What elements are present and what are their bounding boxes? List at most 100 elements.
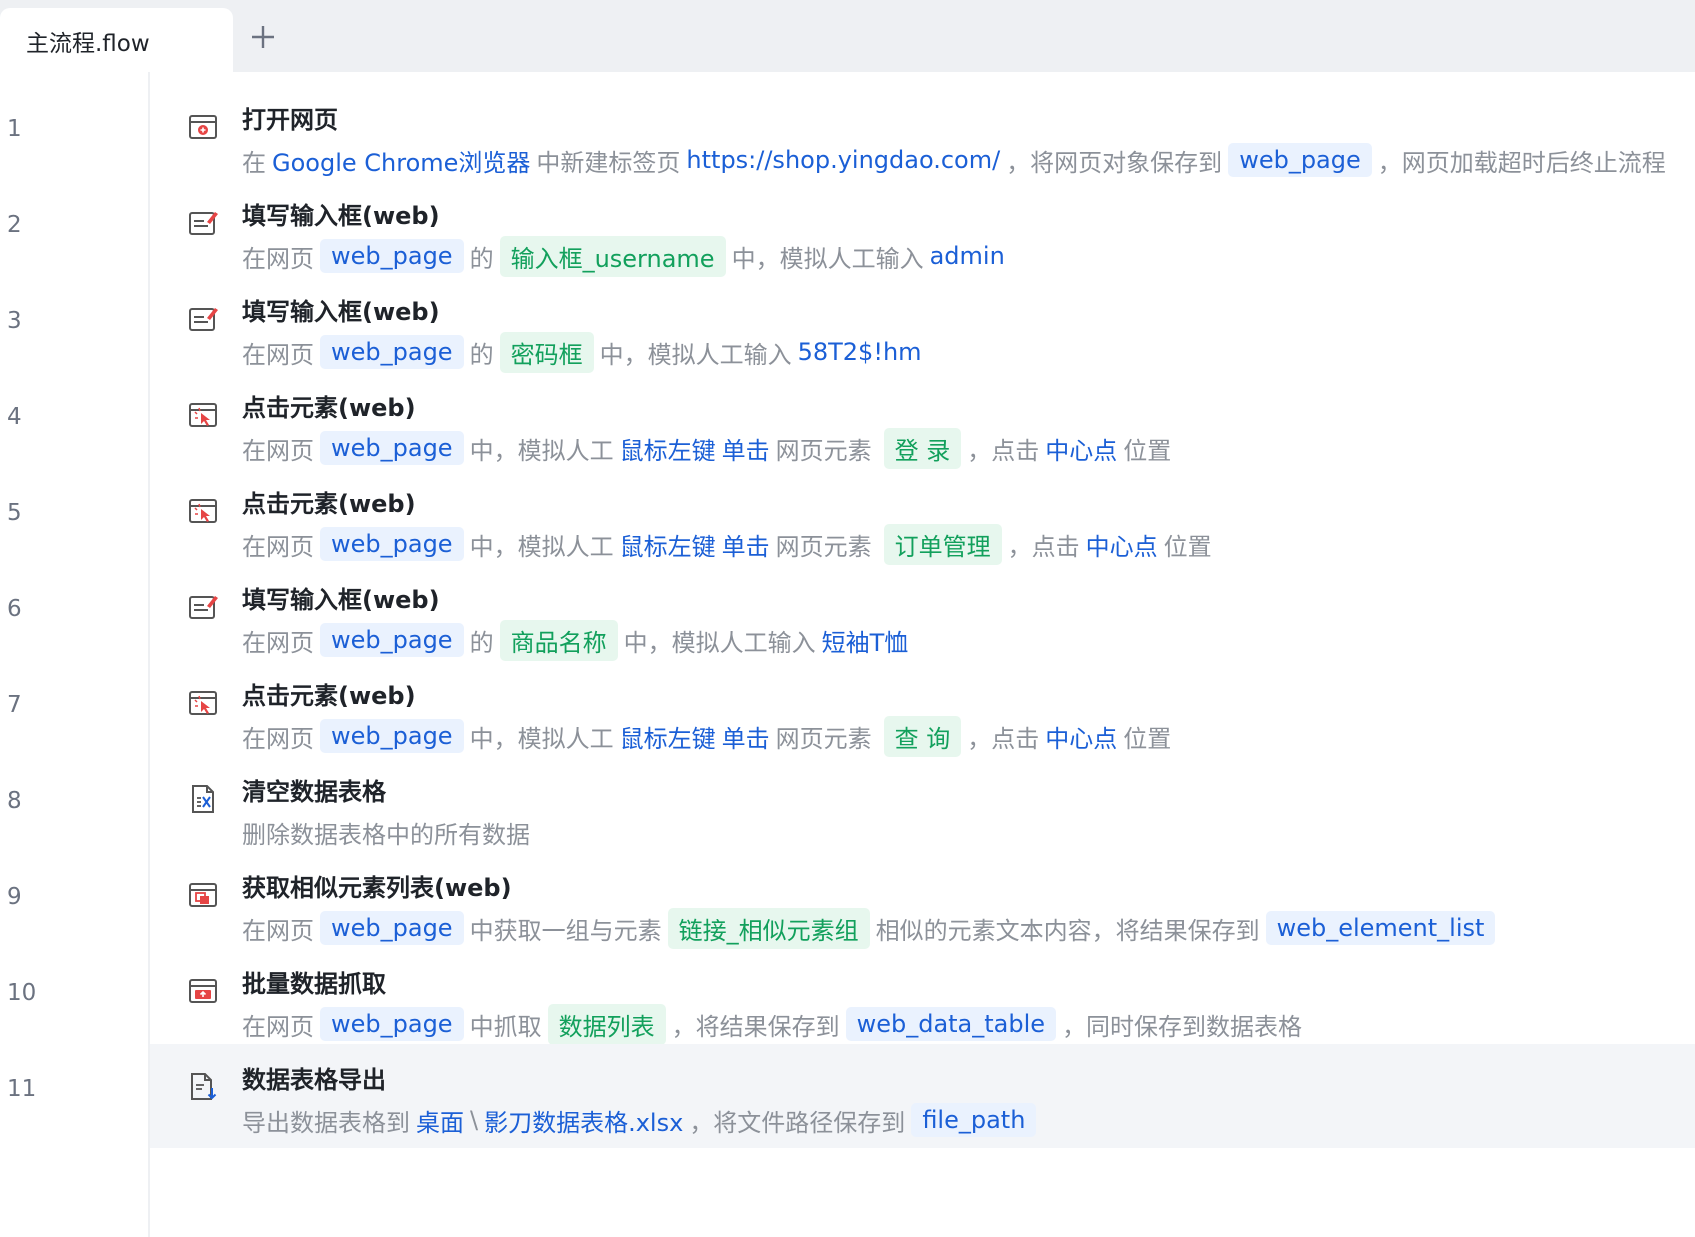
- filename-param[interactable]: 影刀数据表格.xlsx: [484, 1103, 683, 1138]
- desc-text: 中，模拟人工输入: [731, 244, 924, 273]
- step-title: 清空数据表格: [242, 778, 386, 806]
- step-description: 在网页 web_page 中，模拟人工 鼠标左键 单击 网页元素 查 询 ，点击…: [242, 715, 1171, 757]
- variable-chip[interactable]: web_page: [320, 239, 464, 273]
- desc-text: 中，模拟人工输入: [623, 628, 816, 657]
- clear-table-icon: [192, 785, 214, 813]
- line-number: 8: [7, 788, 22, 814]
- click-element-icon: [189, 691, 217, 715]
- open-webpage-icon: [189, 115, 217, 139]
- step-description: 在网页 web_page 的 输入框_username 中，模拟人工输入 adm…: [242, 235, 1011, 277]
- desc-text: 相似的元素文本内容，将结果保存到: [875, 916, 1260, 945]
- plus-icon: [252, 26, 274, 48]
- folder-param[interactable]: 桌面: [416, 1103, 464, 1138]
- flow-step-fill-input[interactable]: 填写输入框(web) 在网页 web_page 的 商品名称 中，模拟人工输入 …: [150, 564, 1695, 668]
- step-description: 在网页 web_page 的 密码框 中，模拟人工输入 58T2$!hm: [242, 331, 928, 373]
- variable-chip[interactable]: web_data_table: [845, 1007, 1057, 1041]
- element-chip[interactable]: 查 询: [883, 715, 962, 757]
- desc-text: 中，模拟人工: [469, 724, 614, 753]
- step-description: 在 Google Chrome浏览器 中新建标签页 https://shop.y…: [242, 140, 1666, 180]
- line-number: 11: [7, 1076, 37, 1102]
- click-position-param[interactable]: 中心点: [1086, 527, 1158, 562]
- desc-text: 网页元素: [775, 724, 872, 753]
- mouse-button-param[interactable]: 鼠标左键: [620, 719, 716, 754]
- step-description: 在网页 web_page 中获取一组与元素 链接_相似元素组 相似的元素文本内容…: [242, 907, 1501, 949]
- step-title: 数据表格导出: [242, 1066, 386, 1094]
- step-title: 填写输入框(web): [242, 586, 440, 614]
- element-chip[interactable]: 登 录: [883, 427, 962, 469]
- desc-text: 在网页: [242, 532, 314, 561]
- desc-text: ，将网页对象保存到: [1006, 148, 1223, 177]
- desc-text: 在: [242, 148, 266, 177]
- add-tab-button[interactable]: [246, 20, 280, 54]
- flow-step-fill-input[interactable]: 填写输入框(web) 在网页 web_page 的 密码框 中，模拟人工输入 5…: [150, 276, 1695, 380]
- step-title: 填写输入框(web): [242, 202, 440, 230]
- variable-chip[interactable]: web_page: [320, 527, 464, 561]
- variable-chip[interactable]: web_page: [320, 623, 464, 657]
- step-title: 点击元素(web): [242, 490, 416, 518]
- element-chip[interactable]: 商品名称: [499, 619, 618, 661]
- line-number: 5: [7, 500, 22, 526]
- element-chip[interactable]: 链接_相似元素组: [667, 907, 870, 949]
- desc-text: 中，模拟人工: [469, 436, 614, 465]
- desc-text: 网页元素: [775, 436, 872, 465]
- variable-chip[interactable]: web_page: [320, 431, 464, 465]
- flow-step-click-element[interactable]: 点击元素(web) 在网页 web_page 中，模拟人工 鼠标左键 单击 网页…: [150, 660, 1695, 764]
- click-position-param[interactable]: 中心点: [1045, 431, 1117, 466]
- click-type-param[interactable]: 单击: [722, 527, 770, 562]
- fill-input-icon: [189, 308, 218, 331]
- desc-text: 的: [469, 340, 494, 369]
- flow-step-click-element[interactable]: 点击元素(web) 在网页 web_page 中，模拟人工 鼠标左键 单击 网页…: [150, 468, 1695, 572]
- flow-step-click-element[interactable]: 点击元素(web) 在网页 web_page 中，模拟人工 鼠标左键 单击 网页…: [150, 372, 1695, 476]
- desc-text: ，点击: [967, 724, 1040, 753]
- element-chip[interactable]: 订单管理: [883, 523, 1002, 565]
- mouse-button-param[interactable]: 鼠标左键: [620, 527, 716, 562]
- url-param[interactable]: https://shop.yingdao.com/: [686, 146, 1000, 174]
- desc-text: 在网页: [242, 436, 314, 465]
- flow-step-fill-input[interactable]: 填写输入框(web) 在网页 web_page 的 输入框_username 中…: [150, 180, 1695, 284]
- desc-text: 中，模拟人工输入: [599, 340, 792, 369]
- similar-list-icon: [189, 883, 217, 907]
- flow-step-get-similar-list[interactable]: 获取相似元素列表(web) 在网页 web_page 中获取一组与元素 链接_相…: [150, 852, 1695, 956]
- desc-text: 中抓取: [469, 1012, 542, 1041]
- line-number-gutter: 1 2 3 4 5 6 7 8 9 10 11: [0, 72, 150, 1237]
- step-title: 批量数据抓取: [242, 970, 386, 998]
- tab-bar: 主流程.flow: [0, 0, 1695, 74]
- batch-scrape-icon: [189, 979, 217, 1003]
- fill-input-icon: [189, 596, 218, 619]
- click-position-param[interactable]: 中心点: [1045, 719, 1117, 754]
- desc-text: ，点击: [1007, 532, 1080, 561]
- variable-chip[interactable]: web_element_list: [1265, 911, 1496, 945]
- mouse-button-param[interactable]: 鼠标左键: [620, 431, 716, 466]
- step-description: 在网页 web_page 的 商品名称 中，模拟人工输入 短袖T恤: [242, 619, 914, 661]
- flow-step-clear-table[interactable]: 清空数据表格 删除数据表格中的所有数据: [150, 756, 1695, 860]
- desc-text: 在网页: [242, 1012, 314, 1041]
- flow-step-export-table[interactable]: 数据表格导出 导出数据表格到 桌面 \ 影刀数据表格.xlsx ，将文件路径保存…: [150, 1044, 1695, 1148]
- flow-step-open-webpage[interactable]: 打开网页 在 Google Chrome浏览器 中新建标签页 https://s…: [150, 84, 1695, 188]
- desc-text: ，将文件路径保存到: [689, 1108, 906, 1137]
- variable-chip[interactable]: web_page: [320, 335, 464, 369]
- variable-chip[interactable]: web_page: [1228, 143, 1372, 177]
- input-value-param[interactable]: admin: [930, 242, 1005, 270]
- variable-chip[interactable]: web_page: [320, 1007, 464, 1041]
- click-type-param[interactable]: 单击: [722, 431, 770, 466]
- flow-step-batch-scrape[interactable]: 批量数据抓取 在网页 web_page 中抓取 数据列表 ，将结果保存到 web…: [150, 948, 1695, 1052]
- line-number: 10: [7, 980, 37, 1006]
- desc-text: 中新建标签页: [536, 148, 681, 177]
- step-title: 点击元素(web): [242, 394, 416, 422]
- variable-chip[interactable]: web_page: [320, 911, 464, 945]
- browser-param[interactable]: Google Chrome浏览器: [272, 143, 530, 178]
- tab-main-flow[interactable]: 主流程.flow: [0, 8, 233, 74]
- click-type-param[interactable]: 单击: [722, 719, 770, 754]
- step-title: 获取相似元素列表(web): [242, 874, 512, 902]
- input-value-param[interactable]: 短袖T恤: [822, 623, 909, 658]
- element-chip[interactable]: 数据列表: [547, 1003, 666, 1045]
- fill-input-icon: [189, 212, 218, 235]
- desc-text: 位置: [1123, 436, 1172, 465]
- variable-chip[interactable]: web_page: [320, 719, 464, 753]
- step-description: 导出数据表格到 桌面 \ 影刀数据表格.xlsx ，将文件路径保存到 file_…: [242, 1100, 1042, 1140]
- input-value-param[interactable]: 58T2$!hm: [798, 338, 922, 366]
- element-chip[interactable]: 密码框: [499, 331, 594, 373]
- element-chip[interactable]: 输入框_username: [499, 235, 726, 277]
- step-description: 在网页 web_page 中，模拟人工 鼠标左键 单击 网页元素 订单管理 ，点…: [242, 523, 1212, 565]
- variable-chip[interactable]: file_path: [911, 1103, 1037, 1137]
